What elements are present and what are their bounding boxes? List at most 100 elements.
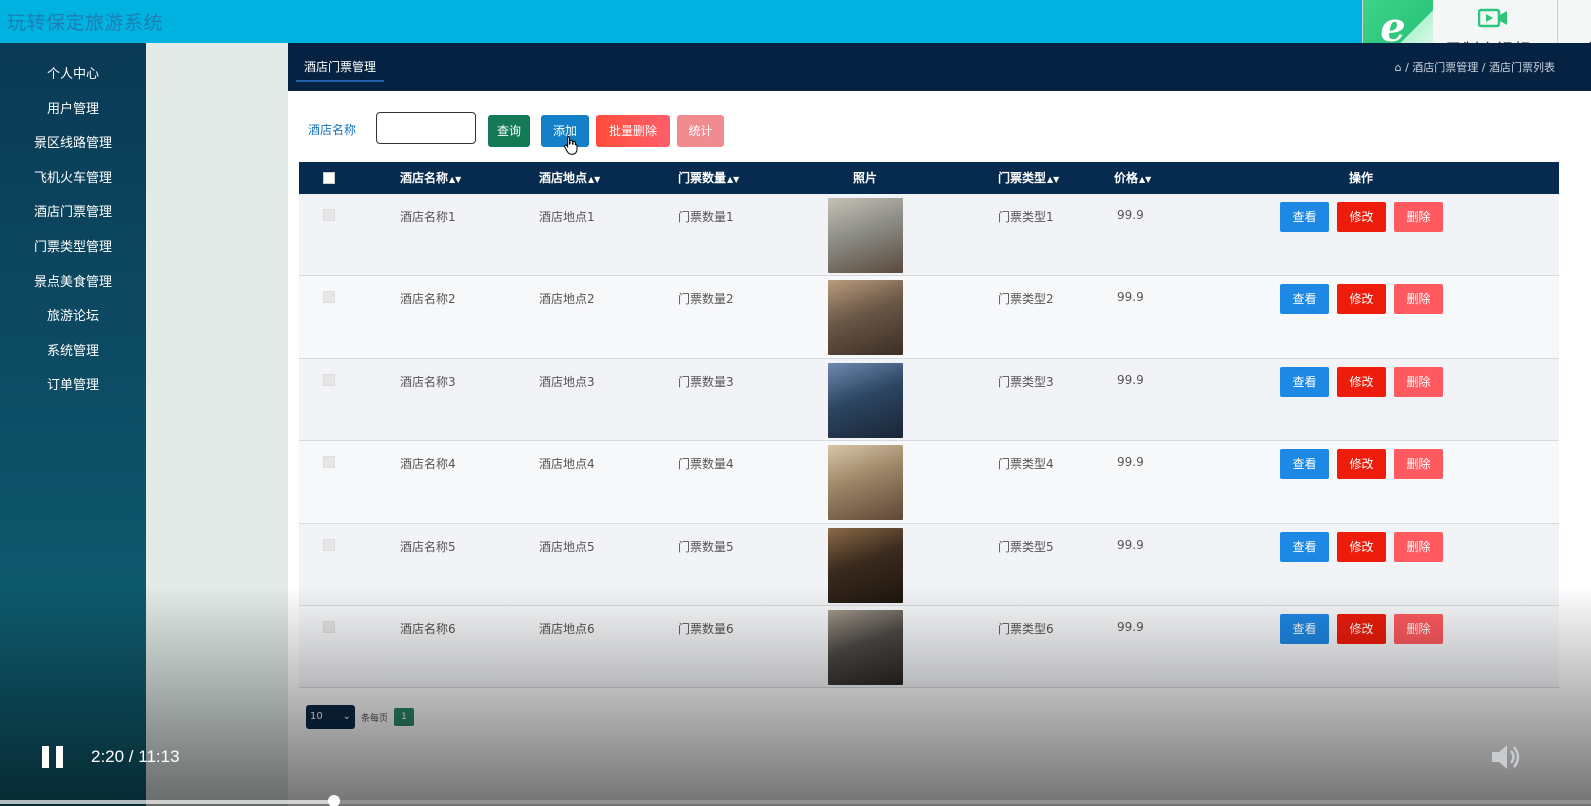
hotel-photo[interactable]: [828, 280, 903, 356]
view-button[interactable]: 查看: [1280, 531, 1329, 562]
sidebar-item-1[interactable]: 用户管理: [0, 100, 146, 135]
column-header-location[interactable]: 酒店地点▲▼: [539, 162, 600, 194]
search-label: 酒店名称: [308, 123, 357, 137]
volume-icon[interactable]: [1490, 742, 1522, 772]
column-header-name[interactable]: 酒店名称▲▼: [400, 162, 461, 194]
select-all-checkbox[interactable]: [323, 172, 335, 184]
view-button[interactable]: 查看: [1280, 613, 1329, 644]
column-header-price[interactable]: 价格▲▼: [1114, 162, 1151, 194]
sidebar-item-5[interactable]: 门票类型管理: [0, 238, 146, 273]
video-time: 2:20 / 11:13: [91, 747, 180, 766]
cell-count: 门票数量4: [678, 457, 734, 472]
edit-button[interactable]: 修改: [1337, 613, 1386, 644]
edit-button[interactable]: 修改: [1337, 284, 1386, 315]
video-progress-bar[interactable]: [0, 800, 1591, 804]
app-root: 玩转保定旅游系统 e 录制小视频 小 个人中心用户管理景区线路管理飞机火车管理酒…: [0, 0, 1591, 806]
delete-button[interactable]: 删除: [1394, 284, 1443, 315]
column-header-type[interactable]: 门票类型▲▼: [998, 162, 1059, 194]
edit-button[interactable]: 修改: [1337, 531, 1386, 562]
sidebar: 个人中心 用户管理景区线路管理 飞机火车管理 酒店门票管理 门票类型管理 景点美食管理旅游…: [0, 43, 146, 806]
video-progress-fill: [0, 800, 335, 804]
main-header: 酒店门票管理 ⌂ / 酒店门票管理 / 酒店门票列表: [288, 43, 1591, 91]
edit-button[interactable]: 修改: [1337, 449, 1386, 480]
table-row[interactable]: 酒店名称4 酒店地点4 门票数量4 门票类型4 99.9 查看 修改 删除: [299, 441, 1559, 524]
cell-price: 99.9: [1117, 290, 1144, 305]
cell-location: 酒店地点6: [539, 621, 595, 636]
sidebar-item-0[interactable]: 个人中心: [0, 65, 146, 100]
sidebar-item-9[interactable]: 订单管理: [0, 376, 146, 411]
table-row[interactable]: 酒店名称2 酒店地点2 门票数量2 门票类型2 99.9 查看 修改 删除: [299, 276, 1559, 359]
pause-icon[interactable]: [42, 746, 64, 768]
view-button[interactable]: 查看: [1280, 202, 1329, 232]
delete-button[interactable]: 删除: [1394, 366, 1443, 397]
bulk-delete-button[interactable]: 批量删除: [596, 115, 670, 147]
cell-price: 99.9: [1117, 619, 1144, 634]
cell-price: 99.9: [1117, 208, 1144, 222]
view-button[interactable]: 查看: [1280, 449, 1329, 480]
edit-button[interactable]: 修改: [1337, 202, 1386, 232]
sidebar-item-label: 景点美食管理: [33, 274, 112, 290]
home-icon[interactable]: ⌂: [1395, 61, 1402, 74]
sort-icon: ▲▼: [588, 175, 601, 184]
cell-location: 酒店地点2: [539, 292, 595, 307]
main-panel: 酒店门票管理 ⌂ / 酒店门票管理 / 酒店门票列表 酒店名称 查询 添加 批量…: [288, 43, 1591, 806]
sidebar-item-label: 酒店门票管理: [33, 205, 112, 221]
query-button[interactable]: 查询: [488, 115, 530, 147]
breadcrumb: ⌂ / 酒店门票管理 / 酒店门票列表: [1395, 59, 1555, 75]
cell-count: 门票数量6: [678, 621, 734, 636]
video-progress-handle[interactable]: [328, 795, 341, 806]
table-row[interactable]: 酒店名称3 酒店地点3 门票数量3 门票类型3 99.9 查看 修改 删除: [299, 358, 1559, 442]
tab-hotel-tickets[interactable]: 酒店门票管理: [296, 54, 385, 82]
sidebar-item-7[interactable]: 旅游论坛: [0, 307, 146, 342]
sidebar-item-8[interactable]: 系统管理: [0, 342, 146, 377]
table-row[interactable]: 酒店名称5 酒店地点5 门票数量5 门票类型5 99.9 查看 修改 删除: [299, 523, 1559, 606]
cell-type: 门票类型6: [998, 621, 1054, 636]
edit-button[interactable]: 修改: [1337, 366, 1386, 397]
row-checkbox[interactable]: [323, 620, 335, 633]
cell-count: 门票数量1: [678, 210, 734, 224]
sidebar-item-label: 用户管理: [46, 101, 99, 117]
statistics-button[interactable]: 统计: [677, 115, 724, 147]
row-checkbox[interactable]: [323, 209, 335, 221]
cell-count: 门票数量2: [678, 292, 734, 307]
sidebar-item-6[interactable]: 景点美食管理: [0, 273, 146, 308]
hotel-photo[interactable]: [828, 362, 903, 438]
sidebar-item-label: 门票类型管理: [33, 239, 112, 255]
view-button[interactable]: 查看: [1280, 284, 1329, 315]
column-header-count[interactable]: 门票数量▲▼: [678, 162, 739, 194]
cell-location: 酒店地点3: [539, 374, 595, 389]
sidebar-item-2[interactable]: 景区线路管理: [0, 134, 146, 169]
row-checkbox[interactable]: [323, 538, 335, 551]
delete-button[interactable]: 删除: [1394, 531, 1443, 562]
sidebar-item-3[interactable]: 飞机火车管理: [0, 169, 146, 204]
page-button-current[interactable]: 1: [394, 708, 414, 726]
row-checkbox[interactable]: [323, 373, 335, 386]
hotel-photo[interactable]: [828, 198, 903, 273]
view-button[interactable]: 查看: [1280, 366, 1329, 397]
delete-button[interactable]: 删除: [1394, 449, 1443, 480]
delete-button[interactable]: 删除: [1394, 202, 1443, 232]
cell-location: 酒店地点4: [539, 457, 595, 472]
table-row[interactable]: 酒店名称1 酒店地点1 门票数量1 门票类型1 99.9 查看 修改 删除: [299, 194, 1559, 277]
hotel-photo[interactable]: [828, 527, 903, 603]
row-checkbox[interactable]: [323, 456, 335, 469]
cell-type: 门票类型5: [998, 539, 1054, 554]
page-size-select[interactable]: 10 ⌄: [306, 705, 355, 729]
hotel-photo[interactable]: [828, 609, 903, 685]
row-checkbox[interactable]: [323, 291, 335, 304]
table-header: 酒店名称▲▼ 酒店地点▲▼ 门票数量▲▼ 照片 门票类型▲▼ 价格▲▼ 操作: [299, 162, 1559, 194]
cell-type: 门票类型4: [998, 457, 1054, 472]
sort-icon: ▲▼: [1047, 175, 1060, 184]
cell-price: 99.9: [1117, 455, 1144, 470]
table-row[interactable]: 酒店名称6 酒店地点6 门票数量6 门票类型6 99.9 查看 修改 删除: [299, 605, 1559, 689]
delete-button[interactable]: 删除: [1394, 613, 1443, 644]
hotel-name-search-input[interactable]: [376, 112, 476, 144]
sort-icon: ▲▼: [727, 175, 740, 184]
app-title: 玩转保定旅游系统: [7, 12, 164, 34]
hotel-photo[interactable]: [828, 445, 903, 521]
cell-location: 酒店地点5: [539, 539, 595, 554]
cell-type: 门票类型3: [998, 374, 1054, 389]
sidebar-item-4[interactable]: 酒店门票管理: [0, 203, 146, 238]
per-page-label: 条每页: [361, 714, 389, 724]
cell-price: 99.9: [1117, 537, 1144, 552]
